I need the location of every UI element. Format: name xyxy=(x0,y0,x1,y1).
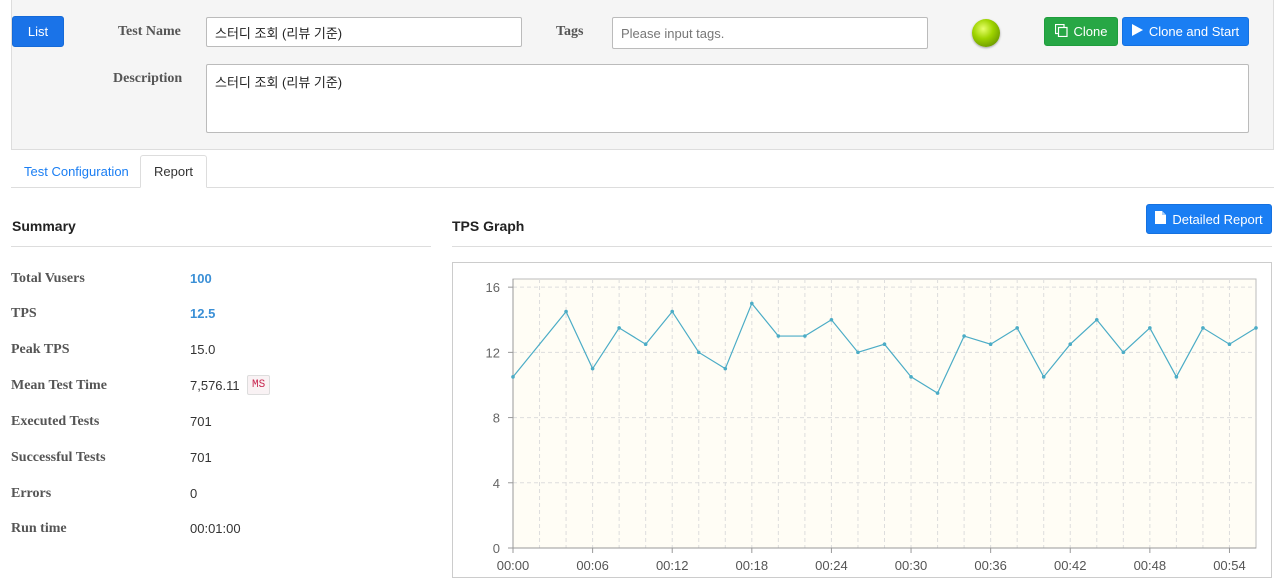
tps-data-point xyxy=(643,342,648,347)
tps-data-point xyxy=(1121,350,1126,355)
tps-data-point xyxy=(670,309,675,314)
x-tick-label: 00:06 xyxy=(576,558,609,573)
x-tick-label: 00:24 xyxy=(815,558,848,573)
clone-and-start-label: Clone and Start xyxy=(1148,24,1240,39)
x-tick-label: 00:42 xyxy=(1054,558,1087,573)
tps-data-point xyxy=(1041,375,1046,379)
summary-key: Successful Tests xyxy=(11,450,106,465)
tps-data-point xyxy=(803,334,807,338)
play-icon xyxy=(1131,24,1143,39)
tab-bar: Test Configuration Report xyxy=(11,155,1274,188)
tps-graph-container: 0 4 8 12 16 00:00 00:06 00:12 00:18 00:24 00:30 00:… xyxy=(452,262,1272,578)
summary-row-mean-test-time: Mean Test Time 7,576.11 MS xyxy=(11,375,431,398)
tps-data-point xyxy=(590,366,595,371)
summary-title: Summary xyxy=(12,218,76,234)
tps-data-point xyxy=(1254,326,1258,330)
summary-key: Executed Tests xyxy=(11,414,100,429)
summary-value: 0 xyxy=(190,486,198,501)
tps-data-point xyxy=(1015,326,1019,330)
summary-value-link[interactable]: 12.5 xyxy=(190,306,215,321)
tps-data-point xyxy=(882,342,887,347)
y-tick-label: 4 xyxy=(493,476,500,491)
x-tick-label: 00:48 xyxy=(1134,558,1167,573)
description-textarea[interactable]: 스터디 조회 (리뷰 기준) xyxy=(206,64,1249,133)
summary-key: Peak TPS xyxy=(11,342,70,357)
tags-label: Tags xyxy=(556,24,584,39)
unit-badge: MS xyxy=(247,375,271,395)
y-tick-label: 16 xyxy=(486,280,500,295)
tps-data-point xyxy=(1227,342,1232,347)
tps-data-point xyxy=(723,366,728,371)
tags-input[interactable]: Please input tags. xyxy=(612,17,928,49)
tps-data-point xyxy=(909,375,913,379)
tab-report[interactable]: Report xyxy=(140,155,208,188)
y-tick-label: 0 xyxy=(493,541,500,556)
clone-button-label: Clone xyxy=(1073,24,1108,39)
y-tick-label: 8 xyxy=(493,411,500,426)
summary-value: 701 xyxy=(190,414,212,429)
summary-value: 7,576.11 xyxy=(190,378,240,393)
summary-value: 701 xyxy=(190,450,212,465)
x-tick-label: 00:54 xyxy=(1213,558,1246,573)
tps-data-point xyxy=(988,342,993,347)
graph-divider xyxy=(452,246,1272,247)
summary-row-errors: Errors 0 xyxy=(11,486,431,506)
summary-key: Mean Test Time xyxy=(11,378,107,393)
detailed-report-label: Detailed Report xyxy=(1172,211,1263,227)
summary-key: TPS xyxy=(11,306,37,321)
summary-key: Errors xyxy=(11,486,52,501)
x-tick-label: 00:12 xyxy=(656,558,689,573)
detailed-report-button[interactable]: Detailed Report xyxy=(1146,204,1272,234)
status-indicator-icon xyxy=(972,19,1000,47)
copy-icon xyxy=(1054,23,1068,40)
tps-data-point xyxy=(1094,317,1099,322)
tps-data-point xyxy=(1201,326,1205,330)
y-tick-label: 12 xyxy=(486,345,500,360)
summary-key: Total Vusers xyxy=(11,271,85,286)
tps-data-point xyxy=(617,326,621,330)
tps-data-point xyxy=(750,301,754,306)
tps-data-point xyxy=(1148,326,1152,330)
tps-data-point xyxy=(696,350,701,355)
tps-data-point xyxy=(935,391,940,395)
summary-row-successful-tests: Successful Tests 701 xyxy=(11,450,431,470)
summary-value-link[interactable]: 100 xyxy=(190,271,212,286)
description-label: Description xyxy=(113,71,183,86)
x-tick-label: 00:00 xyxy=(497,558,530,573)
clone-and-start-button[interactable]: Clone and Start xyxy=(1122,17,1249,46)
summary-row-peak-tps: Peak TPS 15.0 xyxy=(11,342,431,362)
summary-key: Run time xyxy=(11,521,67,536)
tps-data-point xyxy=(856,350,860,355)
summary-row-tps: TPS 12.5 xyxy=(11,306,431,326)
tab-test-configuration[interactable]: Test Configuration xyxy=(11,155,142,188)
summary-divider xyxy=(11,246,431,247)
summary-row-executed-tests: Executed Tests 701 xyxy=(11,414,431,434)
summary-value: 15.0 xyxy=(190,342,216,357)
summary-row-run-time: Run time 00:01:00 xyxy=(11,521,431,541)
tps-data-point xyxy=(1174,375,1179,379)
x-tick-label: 00:36 xyxy=(974,558,1007,573)
tps-data-point xyxy=(962,334,966,338)
tps-data-point xyxy=(829,317,834,322)
x-tick-label: 00:18 xyxy=(736,558,769,573)
x-tick-label: 00:30 xyxy=(895,558,928,573)
list-button[interactable]: List xyxy=(12,16,64,47)
summary-value: 00:01:00 xyxy=(190,521,241,536)
tps-graph-title: TPS Graph xyxy=(452,218,525,234)
tps-data-point xyxy=(511,375,515,379)
tps-data-point xyxy=(776,334,781,338)
tps-data-point xyxy=(564,309,568,314)
document-icon xyxy=(1155,211,1167,227)
tps-data-point xyxy=(1068,342,1073,347)
test-header-panel: List Test Name 스터디 조회 (리뷰 기준) Tags Pleas… xyxy=(11,0,1274,150)
test-name-input[interactable]: 스터디 조회 (리뷰 기준) xyxy=(206,17,522,47)
summary-row-total-vusers: Total Vusers 100 xyxy=(11,271,431,291)
clone-button[interactable]: Clone xyxy=(1044,17,1118,46)
test-name-label: Test Name xyxy=(118,24,181,39)
tps-line-chart: 0 4 8 12 16 00:00 00:06 00:12 00:18 00:24 00:30 00:… xyxy=(486,278,1258,573)
